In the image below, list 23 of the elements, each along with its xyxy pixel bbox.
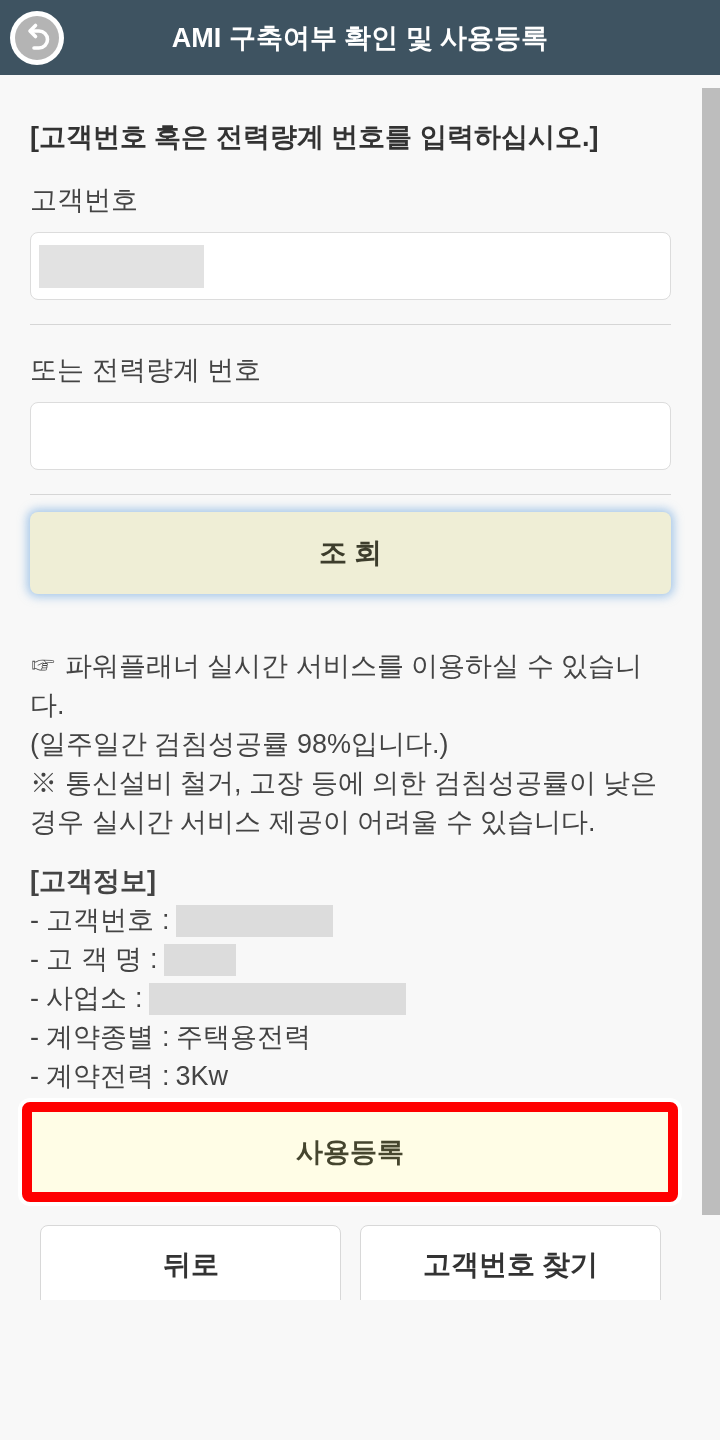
info-label: - 고 객 명 : — [30, 943, 158, 976]
back-icon — [9, 9, 65, 66]
input-field[interactable] — [30, 232, 671, 300]
page-title: AMI 구축여부 확인 및 사용등록 — [170, 21, 550, 55]
back-button[interactable] — [9, 9, 65, 66]
search-button[interactable]: 조 회 — [30, 512, 671, 594]
info-label: - 사업소 : — [30, 982, 143, 1015]
instruction-text: [고객번호 혹은 전력량계 번호를 입력하십시오.] — [30, 121, 600, 154]
notice-text: (일주일간 검침성공률 98%입니다.) — [30, 728, 450, 761]
info-value: 주택용전력 — [175, 1021, 311, 1054]
notice-text: ※ 통신설비 철거, 고장 등에 의한 검침성공률이 낮은 경우 실시간 서비스 제공이 어려울 수 있습니다. — [30, 767, 658, 839]
info-value: 3Kw — [175, 1060, 229, 1093]
notice-text: ☞ 파워플래너 실시간 서비스를 이용하실 수 있습니다. — [30, 650, 643, 722]
input-field[interactable] — [30, 402, 671, 470]
field-label: 고객번호 — [30, 184, 139, 217]
action-button[interactable]: 고객번호 찾기 — [360, 1225, 661, 1300]
field-label: 또는 전력량계 번호 — [30, 354, 262, 387]
info-label: - 고객번호 : — [30, 904, 170, 937]
scrollbar[interactable] — [702, 88, 720, 1215]
info-label: - 계약종별 : — [30, 1021, 170, 1054]
info-label: - 계약전력 : — [30, 1060, 170, 1093]
action-button[interactable]: 뒤로 — [40, 1225, 341, 1300]
section-title: [고객정보] — [30, 865, 157, 898]
